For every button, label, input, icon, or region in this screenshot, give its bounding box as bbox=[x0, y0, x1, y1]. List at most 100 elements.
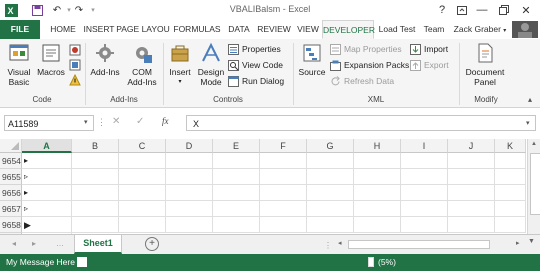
next-sheet-icon[interactable]: ▸ bbox=[32, 239, 36, 248]
macros-button[interactable]: Macros bbox=[35, 42, 67, 77]
row-header[interactable]: 9657 bbox=[0, 201, 22, 217]
column-header[interactable]: A bbox=[22, 139, 72, 153]
row-header[interactable]: 9658 bbox=[0, 217, 22, 233]
tab-review[interactable]: REVIEW bbox=[254, 20, 294, 39]
progress-bar bbox=[368, 257, 374, 267]
macro-security-icon[interactable] bbox=[69, 73, 81, 88]
refresh-data-button[interactable]: Refresh Data bbox=[330, 74, 394, 88]
tab-developer[interactable]: DEVELOPER bbox=[322, 20, 375, 39]
column-header[interactable]: G bbox=[307, 139, 354, 153]
com-add-ins-button[interactable]: COM Add-Ins bbox=[124, 42, 160, 87]
scroll-left-icon[interactable]: ◂ bbox=[338, 239, 342, 247]
column-header[interactable]: F bbox=[260, 139, 307, 153]
document-panel-button[interactable]: Document Panel bbox=[462, 42, 508, 87]
horizontal-scroll-thumb[interactable] bbox=[348, 240, 490, 249]
select-all-corner[interactable] bbox=[0, 139, 22, 153]
tab-home[interactable]: HOME bbox=[46, 20, 80, 39]
tab-insert[interactable]: INSERT bbox=[82, 20, 116, 39]
import-button[interactable]: Import bbox=[410, 42, 448, 56]
properties-label: Properties bbox=[242, 44, 281, 54]
column-header[interactable]: D bbox=[166, 139, 213, 153]
sheet-tab-sheet1[interactable]: Sheet1 bbox=[74, 235, 122, 254]
add-ins-group-label: Add-Ins bbox=[110, 95, 138, 104]
add-ins-button[interactable]: Add-Ins bbox=[88, 42, 122, 77]
cell-a[interactable]: ▸ bbox=[22, 153, 72, 169]
row-cells[interactable] bbox=[72, 185, 526, 201]
run-dialog-button[interactable]: Run Dialog bbox=[228, 74, 284, 88]
row-header[interactable]: 9656 bbox=[0, 185, 22, 201]
xml-source-icon bbox=[303, 44, 321, 62]
help-icon[interactable]: ? bbox=[432, 0, 452, 20]
prev-sheet-icon[interactable]: ◂ bbox=[12, 239, 16, 248]
scroll-right-icon[interactable]: ▸ bbox=[516, 239, 520, 247]
horizontal-scrollbar[interactable]: ◂ ▸ bbox=[336, 237, 526, 251]
avatar[interactable] bbox=[512, 21, 538, 38]
new-sheet-button[interactable]: + bbox=[145, 237, 159, 251]
restore-icon[interactable] bbox=[494, 0, 514, 20]
cancel-entry-icon[interactable]: ✕ bbox=[112, 116, 120, 127]
user-name[interactable]: Zack Graber ▾ bbox=[452, 20, 508, 39]
row-cells[interactable] bbox=[72, 217, 526, 233]
view-code-button[interactable]: View Code bbox=[228, 58, 283, 72]
column-header[interactable]: H bbox=[354, 139, 401, 153]
row-header[interactable]: 9655 bbox=[0, 169, 22, 185]
insert-function-button[interactable]: fx bbox=[162, 116, 169, 126]
row-cells[interactable] bbox=[72, 169, 526, 185]
tab-team[interactable]: Team bbox=[418, 20, 450, 39]
row-cells[interactable] bbox=[72, 153, 526, 169]
cell-a[interactable]: ▶ bbox=[22, 217, 72, 233]
com-add-ins-icon bbox=[136, 47, 152, 63]
export-label: Export bbox=[424, 60, 449, 70]
status-bar: My Message Here (5%) bbox=[0, 254, 540, 271]
refresh-data-label: Refresh Data bbox=[344, 76, 395, 86]
vertical-scroll-thumb[interactable] bbox=[530, 153, 540, 215]
tab-file[interactable]: FILE bbox=[0, 20, 40, 39]
scroll-up-icon[interactable]: ▲ bbox=[531, 141, 537, 147]
tab-load-test[interactable]: Load Test bbox=[376, 20, 418, 39]
record-macro-icon[interactable] bbox=[69, 44, 81, 58]
column-header[interactable]: J bbox=[448, 139, 495, 153]
column-header[interactable]: E bbox=[213, 139, 260, 153]
expand-formula-icon[interactable]: ▾ bbox=[526, 119, 530, 127]
export-button[interactable]: Export bbox=[410, 58, 449, 72]
close-icon[interactable]: ✕ bbox=[516, 0, 536, 20]
row-cells[interactable] bbox=[72, 201, 526, 217]
column-header[interactable]: I bbox=[401, 139, 448, 153]
title-bar: X ↶ ▾ ↷ ▾ VBALIBalsm - Excel ? — ✕ bbox=[0, 0, 540, 20]
column-header[interactable]: C bbox=[119, 139, 166, 153]
confirm-entry-icon[interactable]: ✓ bbox=[136, 116, 144, 127]
design-mode-button[interactable]: Design Mode bbox=[195, 42, 227, 87]
name-box-dropdown-icon[interactable]: ▾ bbox=[84, 118, 88, 126]
xml-group-label: XML bbox=[367, 95, 385, 104]
row-header[interactable]: 9654 bbox=[0, 153, 22, 169]
more-sheets-icon[interactable]: … bbox=[56, 239, 64, 248]
scroll-down-icon[interactable]: ▼ bbox=[528, 238, 535, 245]
tab-view[interactable]: VIEW bbox=[294, 20, 322, 39]
cell-a[interactable]: ▸ bbox=[22, 185, 72, 201]
map-properties-button[interactable]: Map Properties bbox=[330, 42, 402, 56]
relative-references-icon[interactable] bbox=[69, 59, 81, 73]
minimize-icon[interactable]: — bbox=[472, 0, 492, 20]
vertical-scrollbar[interactable]: ▲ bbox=[527, 139, 540, 234]
properties-button[interactable]: Properties bbox=[228, 42, 281, 56]
expansion-packs-button[interactable]: Expansion Packs bbox=[330, 58, 409, 72]
export-icon bbox=[410, 59, 421, 71]
toolbox-icon bbox=[171, 45, 189, 62]
tab-data[interactable]: DATA bbox=[224, 20, 254, 39]
cell-a[interactable]: ▹ bbox=[22, 201, 72, 217]
visual-basic-button[interactable]: Visual Basic bbox=[2, 42, 36, 87]
cell-a[interactable]: ▹ bbox=[22, 169, 72, 185]
ribbon-display-icon[interactable] bbox=[452, 0, 472, 20]
formula-input[interactable]: X bbox=[186, 115, 536, 131]
import-label: Import bbox=[424, 44, 449, 54]
tab-formulas[interactable]: FORMULAS bbox=[170, 20, 224, 39]
collapse-ribbon-icon[interactable]: ▴ bbox=[528, 95, 532, 104]
name-box[interactable]: A11589 bbox=[4, 115, 94, 131]
tab-page-layout[interactable]: PAGE LAYOU bbox=[116, 20, 170, 39]
column-header[interactable]: K bbox=[495, 139, 526, 153]
source-button[interactable]: Source bbox=[296, 42, 328, 77]
sheet-tab-bar: ◂ ▸ … Sheet1 + ⋮ ◂ ▸ ▼ bbox=[0, 234, 540, 255]
insert-control-button[interactable]: Insert ▾ bbox=[166, 42, 194, 87]
column-header[interactable]: B bbox=[72, 139, 119, 153]
status-indicator bbox=[77, 257, 87, 267]
